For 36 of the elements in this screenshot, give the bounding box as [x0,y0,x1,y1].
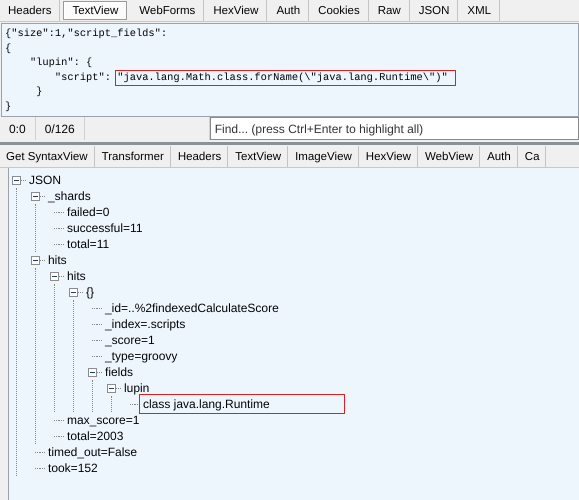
tree-item[interactable]: _index=.scripts [104,317,186,331]
tree-item[interactable]: _type=groovy [104,349,178,363]
tree-item[interactable]: _score=1 [104,333,156,347]
tree-item[interactable]: successful=11 [66,221,144,235]
code-line: "script": "java.lang.Math.class.forName(\"java.lang.Runtime\")" [5,70,454,86]
collapse-icon[interactable] [107,384,116,392]
find-field[interactable]: Find... (press Ctrl+Enter to highlight all) [210,117,579,140]
tree-item[interactable]: total=11 [66,237,110,251]
code-line: "lupin": { [28,56,92,71]
tree-item[interactable]: hits [66,269,87,283]
tree-item[interactable]: total=2003 [66,429,124,443]
collapse-icon[interactable] [69,288,78,296]
code-line: } [5,100,12,115]
cursor-position: 0:0 [0,117,36,140]
tree-item[interactable]: max_score=1 [66,413,140,427]
collapse-icon[interactable] [12,176,21,184]
tree-item[interactable]: {} [85,285,96,299]
tab[interactable]: TextView [63,1,128,20]
match-count: 0/126 [36,117,85,140]
tree-item[interactable]: JSON [28,173,62,187]
collapse-icon[interactable] [31,256,40,264]
collapse-icon[interactable] [88,368,97,376]
tree-item[interactable]: failed=0 [66,205,110,219]
tree-item[interactable]: fields [104,365,134,379]
collapse-icon[interactable] [50,272,59,280]
tree-item[interactable]: _shards [47,189,92,203]
code-line: } [35,85,42,100]
tree-item[interactable]: _id=..%2findexedCalculateScore [104,301,280,315]
code-line: { [5,42,12,56]
collapse-icon[interactable] [31,192,40,200]
tree-item[interactable]: lupin [123,381,150,395]
tree-item[interactable]: class java.lang.Runtime [142,397,342,411]
tree-item[interactable]: took=152 [47,461,99,475]
tree-item[interactable]: hits [47,253,68,267]
tree-item[interactable]: timed_out=False [47,445,138,459]
code-line: {"size":1,"script_fields": [5,27,168,42]
